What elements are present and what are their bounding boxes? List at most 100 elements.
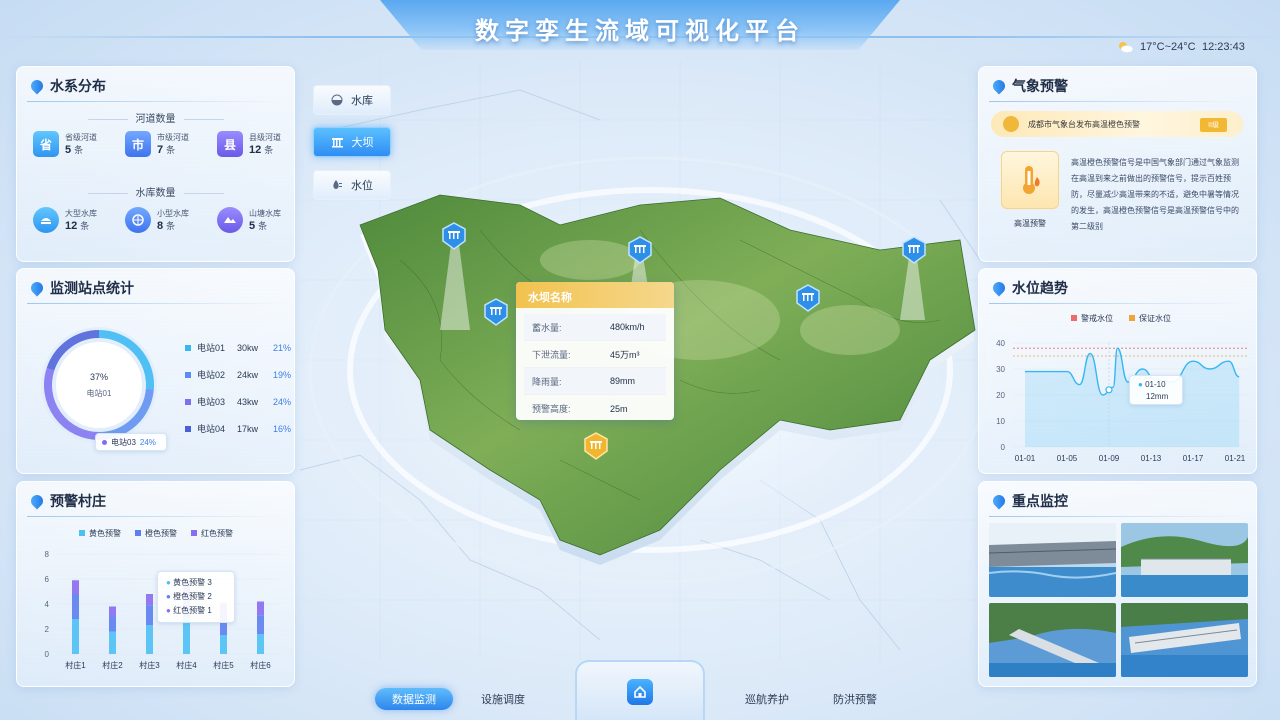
x-tick-label: 01-05 [1057,454,1078,463]
legend-swatch [185,344,191,351]
bar-segment [146,594,153,606]
pond-reservoir-icon [217,207,243,233]
home-icon [634,685,646,698]
ring-tooltip-pct: 24% [139,437,156,447]
bar-segment [72,619,79,654]
water-level-toggle-button[interactable]: 水位 [313,170,391,200]
bar-segment [146,605,153,626]
dam-info-row: 下泄流量: 45万m³ [524,341,666,368]
small-reservoir-icon [125,207,151,233]
nav-data-monitoring[interactable]: 数据监测 [375,688,453,710]
nav-facility-scheduling[interactable]: 设施调度 [464,688,542,710]
dam-toggle-button[interactable]: 大坝 [313,127,391,157]
station-kw: 30kw [237,342,259,353]
station-kw: 24kw [237,369,259,380]
stat-value: 5 [249,220,256,232]
water-system-panel: 水系分布 河道数量 省 省级河道 5条 市 市级河道 7条 县 县级河道 12 条… [16,66,295,262]
legend-item: 保证水位 [1129,313,1171,324]
dam-info-row: 降雨量: 89mm [524,368,666,395]
camera-feed-2[interactable] [1121,523,1248,597]
camera-feed-1[interactable] [989,523,1116,597]
dam-icon [331,138,343,148]
station-legend-row: 电站01 30kw 21% [185,341,291,354]
dam-info-row: 预警高度: 25m [524,395,666,420]
title-divider [989,516,1246,517]
alert-level-badge: II级 [1200,118,1227,132]
tooltip-value: 3 [207,578,212,587]
water-level-icon [333,180,342,189]
station-pct: 16% [273,423,292,434]
dam-info-value: 480km/h [610,322,645,332]
reservoir-toggle-label: 水库 [351,95,373,107]
tooltip-date: 01-10 [1145,380,1166,389]
water-drop-icon [990,279,1008,297]
ring-center-percent: 37% [90,372,108,382]
panel-title: 监测站点统计 [28,278,134,298]
stat-unit: 条 [80,221,90,231]
stat-value: 12 [65,220,78,232]
tooltip-value: 1 [207,606,212,615]
station-name: 电站02 [197,370,226,380]
station-kw: 43kw [237,396,259,407]
weather-alert-title: 气象预警 [1012,78,1068,94]
bar-segment [220,635,227,654]
stat-value: 12 [249,144,262,156]
dam-info-row: 蓄水量: 480km/h [524,314,666,341]
legend-swatch [185,425,191,432]
tooltip-dot [102,439,107,445]
water-drop-icon [28,492,46,510]
y-tick-label: 4 [45,600,50,609]
ring-center-label: 电站01 [87,388,112,398]
water-drop-icon [990,492,1008,510]
panel-title: 水位趋势 [990,278,1068,298]
nav-flood-warning[interactable]: 防洪预警 [816,688,894,710]
dam-marker[interactable] [442,222,466,250]
legend-swatch [185,371,191,378]
dam-info-key: 下泄流量: [532,349,571,360]
tooltip-label: 红色预警 [173,606,206,615]
water-level-line-chart: 0 10 20 30 40 01-01 01-05 01-09 01-13 01-17 01-21 [996,339,1247,463]
home-button[interactable] [627,679,653,705]
nav-patrol-maintenance[interactable]: 巡航养护 [728,688,806,710]
dam-marker[interactable] [628,236,652,264]
legend-orange: 橙色预警 [145,529,177,538]
dam-info-key: 预警高度: [532,404,571,414]
station-legend-row: 电站04 17kw 16% [185,422,291,435]
line-legend: 警戒水位 保证水位 [1071,313,1171,324]
dam-marker[interactable] [484,298,508,326]
dam-marker[interactable] [796,284,820,312]
bar-tooltip: ● 黄色预警 3 ● 橙色预警 2 ● 红色预警 1 [157,571,235,623]
ring-tooltip: 电站03 24% [95,433,167,451]
station-pct: 21% [273,342,292,353]
bar-segment [146,625,153,654]
y-tick-label: 2 [45,625,50,634]
weather-info: 17°C~24°C [1116,41,1196,53]
reservoir-count-subtitle: 水库数量 [17,184,294,199]
reservoir-toggle-button[interactable]: 水库 [313,85,391,115]
ring-tooltip-label: 电站03 [111,437,136,447]
river-count-subtitle: 河道数量 [17,110,294,125]
y-tick-label: 10 [996,417,1005,426]
bar-segment [257,634,264,654]
alert-banner-text: 成都市气象台发布高温橙色预警 [1028,119,1140,129]
alert-banner[interactable]: 成都市气象台发布高温橙色预警 II级 [991,111,1243,137]
province-badge-icon: 省 [33,131,59,157]
stat-unit: 条 [264,145,274,155]
key-monitoring-panel: 重点监控 [978,481,1257,687]
y-tick-label: 40 [996,339,1005,348]
dam-marker[interactable] [902,236,926,264]
tooltip-row: ● 红色预警 1 [166,606,212,615]
tooltip-value: 12mm [1146,392,1169,401]
stat-unit: 条 [166,145,176,155]
station-stats-title: 监测站点统计 [50,280,134,296]
legend-item: 红色预警 [191,528,233,539]
station-kw: 17kw [237,423,259,434]
legend-item: 黄色预警 [79,528,121,539]
station-name: 电站03 [197,397,226,407]
legend-swatch [185,398,191,405]
water-level-title: 水位趋势 [1012,280,1068,296]
bar-segment [109,631,116,654]
stat-label: 大型水库 [65,209,97,218]
x-tick-label: 01-13 [1141,454,1162,463]
dam-marker-selected[interactable] [584,432,608,460]
